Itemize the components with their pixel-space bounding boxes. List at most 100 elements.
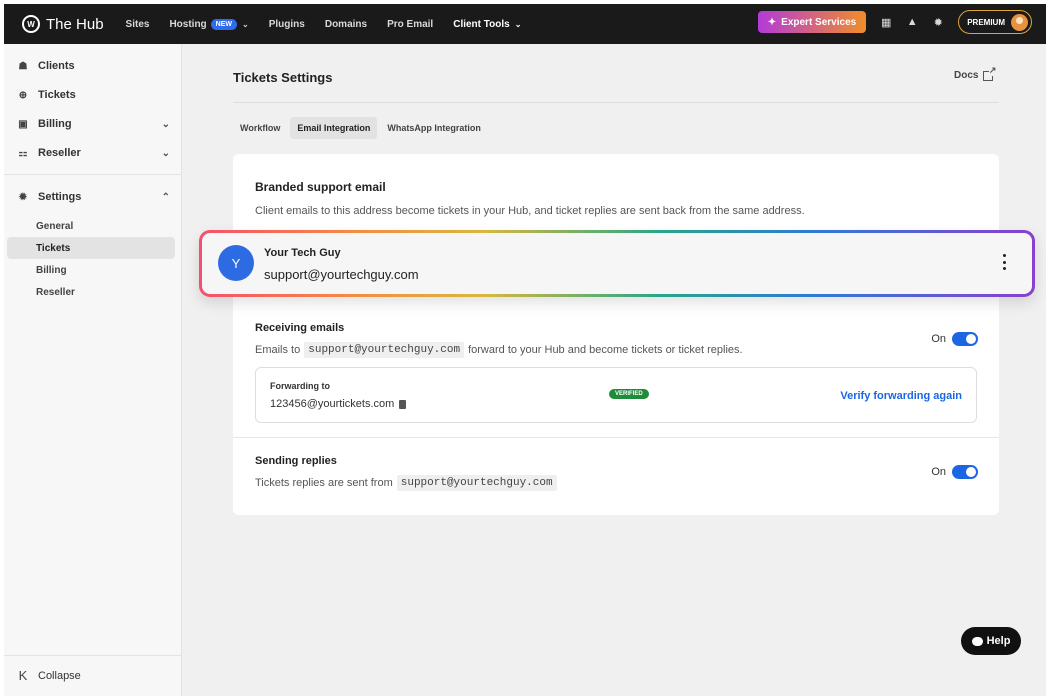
- hierarchy-icon: ⚏: [18, 147, 28, 159]
- card-title: Branded support email: [255, 180, 386, 194]
- avatar: Y: [218, 245, 254, 281]
- avatar: [1011, 13, 1028, 31]
- chevron-down-icon: ⌄: [161, 147, 170, 159]
- receiving-desc-prefix: Emails to: [255, 344, 301, 356]
- invoice-icon: ▣: [18, 118, 28, 130]
- hub-logo-icon: W: [22, 15, 40, 33]
- sidebar-item-settings[interactable]: ✹ Settings ⌃: [16, 187, 174, 207]
- title-divider: [233, 102, 999, 103]
- chevron-down-icon: ⌄: [161, 118, 170, 130]
- card-description: Client emails to this address become tic…: [255, 205, 805, 217]
- gear-icon: ✹: [18, 191, 28, 203]
- sending-toggle[interactable]: [952, 465, 978, 479]
- gift-icon[interactable]: ▦: [880, 16, 892, 29]
- brand[interactable]: W The Hub: [22, 15, 104, 33]
- settings-tabs: Workflow Email Integration WhatsApp Inte…: [233, 117, 491, 139]
- forwarding-box: Forwarding to 123456@yourtickets.com VER…: [255, 367, 977, 423]
- bell-icon[interactable]: ▲: [906, 16, 918, 28]
- tab-whatsapp-integration[interactable]: WhatsApp Integration: [380, 117, 488, 139]
- receiving-desc-suffix: forward to your Hub and become tickets o…: [468, 344, 743, 356]
- docs-link[interactable]: Docs: [954, 64, 997, 81]
- chevron-up-icon: ⌃: [161, 191, 170, 203]
- nav-sites-label: Sites: [125, 18, 150, 30]
- forwarding-label: Forwarding to: [270, 381, 330, 391]
- sending-desc-prefix: Tickets replies are sent from: [255, 477, 393, 489]
- top-nav: Sites Hosting NEW ⌄ Plugins Domains Pro …: [126, 18, 542, 30]
- sidebar-subitem-reseller[interactable]: Reseller: [7, 281, 175, 303]
- top-bar: W The Hub Sites Hosting NEW ⌄ Plugins Do…: [4, 4, 1046, 44]
- status-badge: VERIFIED: [609, 389, 649, 399]
- card-divider: [233, 437, 999, 438]
- premium-account-button[interactable]: PREMIUM: [958, 10, 1032, 34]
- account-name: Your Tech Guy: [264, 247, 341, 259]
- email-integration-card: Branded support email Client emails to t…: [233, 154, 999, 515]
- help-label: Help: [986, 635, 1011, 647]
- receiving-title: Receiving emails: [255, 322, 345, 334]
- tab-workflow[interactable]: Workflow: [233, 117, 287, 139]
- nav-hosting[interactable]: Hosting NEW ⌄: [169, 18, 249, 30]
- premium-label: PREMIUM: [967, 17, 1005, 27]
- nav-client-tools[interactable]: Client Tools ⌄: [453, 19, 521, 30]
- nav-pro-email[interactable]: Pro Email: [387, 19, 433, 30]
- collapse-icon: K: [18, 668, 28, 683]
- copy-icon[interactable]: [399, 399, 407, 409]
- top-right-actions: ✦ Expert Services ▦ ▲ ✹ PREMIUM: [757, 10, 1032, 34]
- sidebar-subitem-general[interactable]: General: [7, 215, 175, 237]
- sidebar-item-clients[interactable]: ☗ Clients: [16, 56, 174, 76]
- chevron-down-icon: ⌄: [514, 19, 522, 29]
- branded-email-row[interactable]: Y Your Tech Guy support@yourtechguy.com: [199, 230, 1035, 297]
- receiving-toggle[interactable]: [952, 332, 978, 346]
- receiving-toggle-label: On: [931, 333, 946, 345]
- sidebar-item-label: Tickets: [38, 89, 76, 101]
- new-badge: NEW: [210, 18, 238, 30]
- forwarding-value: 123456@yourtickets.com: [270, 398, 407, 410]
- tab-email-integration[interactable]: Email Integration: [290, 117, 378, 139]
- sidebar-divider: [4, 174, 182, 175]
- docs-label: Docs: [954, 70, 979, 81]
- users-icon: ☗: [18, 60, 28, 72]
- external-link-icon: [983, 64, 997, 81]
- chevron-down-icon: ⌄: [242, 19, 249, 29]
- sidebar-item-reseller[interactable]: ⚏ Reseller ⌄: [16, 143, 174, 163]
- sending-email-code: support@yourtechguy.com: [396, 475, 557, 491]
- nav-pro-email-label: Pro Email: [387, 18, 434, 30]
- receiving-description: Emails to support@yourtechguy.com forwar…: [255, 342, 743, 358]
- page-title: Tickets Settings: [233, 70, 333, 85]
- sidebar-item-label: Reseller: [38, 147, 81, 159]
- sidebar: ☗ Clients ⊕ Tickets ▣ Billing ⌄ ⚏ Resell…: [4, 44, 182, 696]
- sending-toggle-group: On: [931, 465, 978, 479]
- account-email: support@yourtechguy.com: [264, 267, 419, 282]
- nav-sites[interactable]: Sites: [126, 19, 150, 30]
- nav-plugins[interactable]: Plugins: [269, 19, 305, 30]
- expert-services-label: Expert Services: [781, 16, 857, 28]
- branded-email-row-inner: Y Your Tech Guy support@yourtechguy.com: [202, 233, 1032, 294]
- sidebar-item-billing[interactable]: ▣ Billing ⌄: [16, 114, 174, 134]
- sidebar-item-tickets[interactable]: ⊕ Tickets: [16, 85, 174, 105]
- more-options-icon[interactable]: [1002, 254, 1006, 270]
- forwarding-address: 123456@yourtickets.com: [270, 398, 395, 410]
- sidebar-subitem-tickets[interactable]: Tickets: [7, 237, 175, 259]
- nav-domains-label: Domains: [324, 18, 368, 30]
- nav-domains[interactable]: Domains: [325, 19, 367, 30]
- gear-icon[interactable]: ✹: [932, 16, 944, 29]
- sending-title: Sending replies: [255, 455, 337, 467]
- chat-bubble-icon: [971, 636, 983, 646]
- receiving-email-code: support@yourtechguy.com: [304, 342, 465, 358]
- brand-name: The Hub: [46, 15, 104, 33]
- expert-services-button[interactable]: ✦ Expert Services: [757, 11, 867, 33]
- help-button[interactable]: Help: [961, 627, 1021, 655]
- sidebar-subitem-billing[interactable]: Billing: [7, 259, 175, 281]
- verify-forwarding-link[interactable]: Verify forwarding again: [840, 390, 962, 402]
- sidebar-item-label: Clients: [38, 60, 75, 72]
- collapse-button[interactable]: K Collapse: [16, 668, 81, 683]
- receiving-toggle-group: On: [931, 332, 978, 346]
- magic-wand-icon: ✦: [767, 16, 777, 28]
- collapse-label: Collapse: [38, 669, 81, 682]
- lifebuoy-icon: ⊕: [18, 89, 28, 101]
- sidebar-item-label: Billing: [38, 118, 72, 130]
- app-frame: W The Hub Sites Hosting NEW ⌄ Plugins Do…: [4, 4, 1046, 696]
- sending-toggle-label: On: [931, 466, 946, 478]
- nav-plugins-label: Plugins: [268, 18, 305, 30]
- sidebar-divider: [4, 655, 182, 656]
- nav-client-tools-label: Client Tools: [453, 18, 510, 30]
